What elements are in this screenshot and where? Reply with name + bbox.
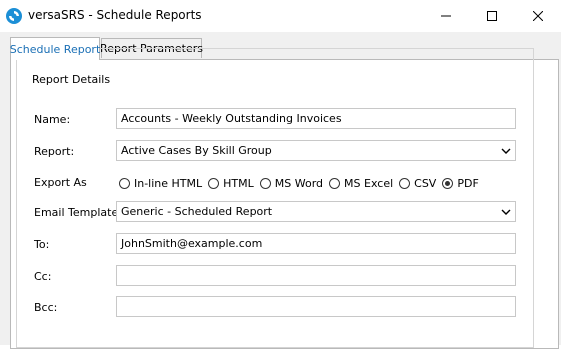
export-radio-ms-excel[interactable]: MS Excel	[329, 177, 393, 190]
email-template-select-value: Generic - Scheduled Report	[121, 205, 273, 218]
export-format-radio-group: In-line HTML HTML MS Word MS Excel CSV P…	[119, 175, 485, 191]
chevron-down-icon	[501, 148, 511, 154]
bcc-field[interactable]	[116, 296, 516, 317]
export-as-label: Export As	[34, 176, 87, 189]
export-radio-csv[interactable]: CSV	[399, 177, 436, 190]
report-details-legend: Report Details	[30, 73, 113, 86]
export-radio-pdf[interactable]: PDF	[442, 177, 479, 190]
minimize-button[interactable]	[423, 0, 469, 32]
to-label: To:	[34, 238, 50, 251]
cc-field[interactable]	[116, 265, 516, 286]
radio-circle-icon	[399, 177, 411, 189]
export-radio-inline-html[interactable]: In-line HTML	[119, 177, 202, 190]
email-template-select[interactable]: Generic - Scheduled Report	[116, 201, 516, 222]
export-radio-html[interactable]: HTML	[208, 177, 254, 190]
report-select-value: Active Cases By Skill Group	[121, 144, 272, 157]
export-radio-ms-word[interactable]: MS Word	[259, 177, 323, 190]
radio-circle-icon	[208, 177, 220, 189]
window-title: versaSRS - Schedule Reports	[28, 8, 202, 22]
chevron-down-icon	[501, 209, 511, 215]
report-select[interactable]: Active Cases By Skill Group	[116, 140, 516, 161]
maximize-icon	[487, 11, 497, 21]
minimize-icon	[441, 15, 451, 17]
radio-selected-icon	[442, 177, 454, 189]
close-button[interactable]	[515, 0, 561, 32]
radio-circle-icon	[259, 177, 271, 189]
cc-label: Cc:	[34, 270, 52, 283]
title-bar: versaSRS - Schedule Reports	[0, 0, 561, 32]
close-icon	[533, 11, 543, 21]
versasrs-logo-icon	[6, 8, 22, 24]
radio-circle-icon	[119, 177, 130, 189]
to-field[interactable]: JohnSmith@example.com	[116, 233, 516, 254]
maximize-button[interactable]	[469, 0, 515, 32]
name-field[interactable]: Accounts - Weekly Outstanding Invoices	[116, 108, 516, 129]
report-label: Report:	[34, 145, 75, 158]
name-label: Name:	[34, 113, 71, 126]
bcc-label: Bcc:	[34, 301, 58, 314]
email-template-label: Email Template:	[34, 206, 122, 219]
tab-schedule-report[interactable]: Schedule Report	[10, 37, 100, 60]
radio-circle-icon	[329, 177, 341, 189]
